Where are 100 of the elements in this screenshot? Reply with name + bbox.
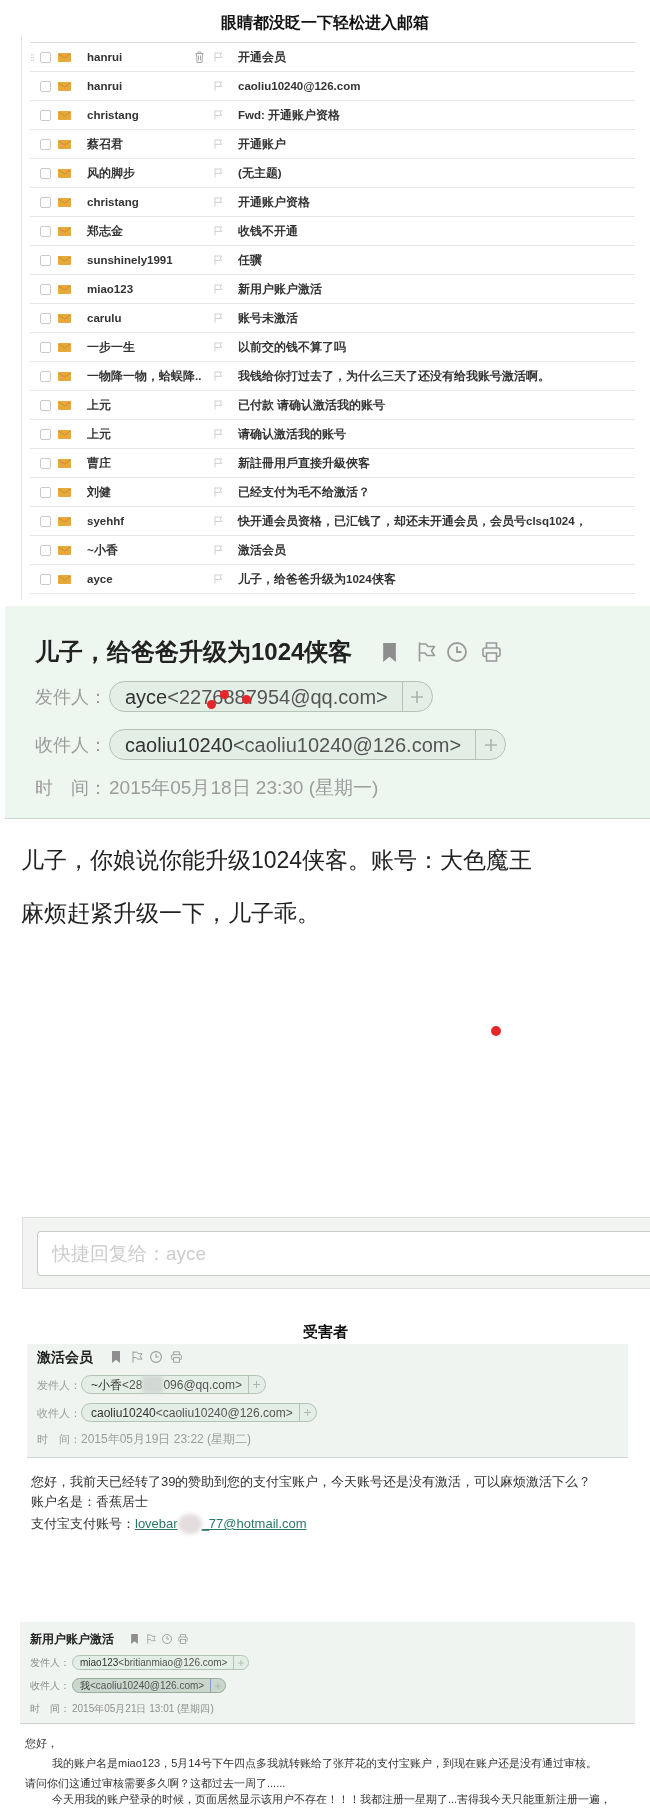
checkbox[interactable] — [40, 167, 51, 179]
sender-name: ~小香 — [87, 543, 118, 558]
envelope-icon — [58, 284, 71, 294]
flag-icon[interactable] — [214, 458, 223, 468]
contact-name: caoliu10240 — [91, 1404, 156, 1421]
email-subject: Fwd: 开通账户资格 — [238, 107, 341, 123]
printer-icon[interactable] — [178, 1634, 188, 1644]
sender-name: 上元 — [87, 398, 111, 413]
sender-name: 曹庄 — [87, 455, 111, 471]
envelope-icon — [58, 197, 71, 207]
contact-chip[interactable]: miao123<britianmiao@126.com> — [72, 1655, 250, 1670]
message-text: 麻烦赶紧升级一下，儿子乖。 — [21, 899, 320, 927]
checkbox[interactable] — [40, 312, 51, 324]
bookmark-icon[interactable] — [383, 642, 397, 662]
checkbox[interactable] — [40, 486, 51, 498]
email-subject: 开通账户 — [238, 136, 286, 152]
checkbox[interactable] — [40, 399, 51, 411]
email-title: 激活会员 — [37, 1349, 93, 1365]
checkbox[interactable] — [40, 196, 51, 208]
printer-icon[interactable] — [171, 1351, 182, 1363]
checkbox[interactable] — [40, 370, 51, 382]
clock-icon[interactable] — [162, 1634, 172, 1644]
checkbox[interactable] — [40, 544, 51, 556]
checkbox[interactable] — [40, 51, 51, 63]
email-time: 2015年05月19日 23:22 (星期二) — [81, 1432, 252, 1446]
field-label: 发件人： — [37, 1377, 81, 1392]
flag-icon[interactable] — [147, 1634, 156, 1644]
flag-icon[interactable] — [214, 139, 223, 149]
checkbox[interactable] — [40, 80, 51, 92]
clock-icon[interactable] — [150, 1351, 162, 1363]
sender-name: syehhf — [87, 514, 125, 529]
clock-icon[interactable] — [447, 642, 468, 662]
flag-icon[interactable] — [132, 1351, 143, 1363]
flag-icon[interactable] — [418, 642, 437, 662]
flag-icon[interactable] — [214, 284, 223, 294]
bookmark-icon[interactable] — [112, 1351, 120, 1363]
email-title: 儿子，给爸爸升级为1024侠客 — [35, 638, 353, 666]
message-text: 请问你们这通过审核需要多久啊？这都过去一周了...... — [25, 1776, 286, 1791]
field-label: 时 间： — [35, 777, 107, 800]
printer-icon[interactable] — [482, 642, 502, 662]
flag-icon[interactable] — [214, 371, 223, 381]
sender-name: 风的脚步 — [87, 166, 135, 181]
sender-name: hanrui — [87, 50, 123, 65]
email-title: 新用户账户激活 — [30, 1632, 114, 1646]
email-subject: 激活会员 — [238, 543, 286, 558]
sender-name: christang — [87, 108, 139, 123]
sender-name: hanrui — [87, 79, 123, 94]
bookmark-icon[interactable] — [131, 1634, 138, 1644]
email-subject: 开通账户资格 — [238, 194, 310, 210]
flag-icon[interactable] — [214, 52, 223, 62]
contact-address: <britianmiao@126.com> — [118, 1656, 228, 1669]
flag-icon[interactable] — [214, 197, 223, 207]
envelope-icon — [58, 139, 71, 149]
contact-name: miao123 — [80, 1656, 119, 1669]
envelope-icon — [58, 52, 71, 62]
checkbox[interactable] — [40, 254, 51, 266]
checkbox[interactable] — [40, 109, 51, 121]
email-subject: 已经支付为毛不给激活？ — [238, 485, 370, 500]
email-subject: 以前交的钱不算了吗 — [238, 340, 346, 355]
email-subject: (无主题) — [238, 165, 282, 181]
flag-icon[interactable] — [214, 429, 223, 439]
contact-address: 096@qq.com> — [163, 1376, 242, 1393]
flag-icon[interactable] — [214, 400, 223, 410]
email-link[interactable]: lovebar _77@hotmail.com — [135, 1514, 307, 1534]
sender-name: 一物降一物，蛤蜈降.. — [87, 368, 202, 384]
field-label: 发件人： — [30, 1656, 70, 1669]
checkbox[interactable] — [40, 515, 51, 527]
checkbox[interactable] — [40, 573, 51, 585]
flag-icon[interactable] — [214, 487, 223, 497]
envelope-icon — [58, 226, 71, 236]
flag-icon[interactable] — [214, 110, 223, 120]
contact-chip[interactable]: caoliu10240<caoliu10240@126.com> — [109, 729, 507, 760]
flag-icon[interactable] — [214, 574, 223, 584]
flag-icon[interactable] — [214, 342, 223, 352]
checkbox[interactable] — [40, 225, 51, 237]
flag-icon[interactable] — [214, 545, 223, 555]
flag-icon[interactable] — [214, 313, 223, 323]
trash-icon[interactable] — [195, 51, 204, 63]
flag-icon[interactable] — [214, 81, 223, 91]
checkbox[interactable] — [40, 341, 51, 353]
section-heading: 受害者 — [302, 1322, 348, 1342]
contact-chip[interactable]: ~小香<28 096@qq.com> — [81, 1375, 266, 1394]
checkbox[interactable] — [40, 428, 51, 440]
checkbox[interactable] — [40, 457, 51, 469]
checkbox[interactable] — [40, 283, 51, 295]
contact-chip[interactable]: 我<caoliu10240@126.com> — [72, 1678, 227, 1693]
email-subject: 收钱不开通 — [238, 224, 298, 239]
flag-icon[interactable] — [214, 516, 223, 526]
email-subject: 快开通会员资格，已汇钱了，却还未开通会员，会员号clsq1024， — [238, 514, 587, 529]
sender-name: ayce — [87, 572, 113, 587]
plus-icon — [484, 738, 497, 751]
contact-chip[interactable]: caoliu10240<caoliu10240@126.com> — [81, 1403, 317, 1422]
blurred-area — [177, 1514, 202, 1534]
sender-name: christang — [87, 195, 139, 210]
flag-icon[interactable] — [214, 168, 223, 178]
flag-icon[interactable] — [214, 255, 223, 265]
field-label: 时 间： — [30, 1702, 70, 1715]
checkbox[interactable] — [40, 138, 51, 150]
flag-icon[interactable] — [214, 226, 223, 236]
drag-handle-icon[interactable] — [31, 53, 34, 61]
